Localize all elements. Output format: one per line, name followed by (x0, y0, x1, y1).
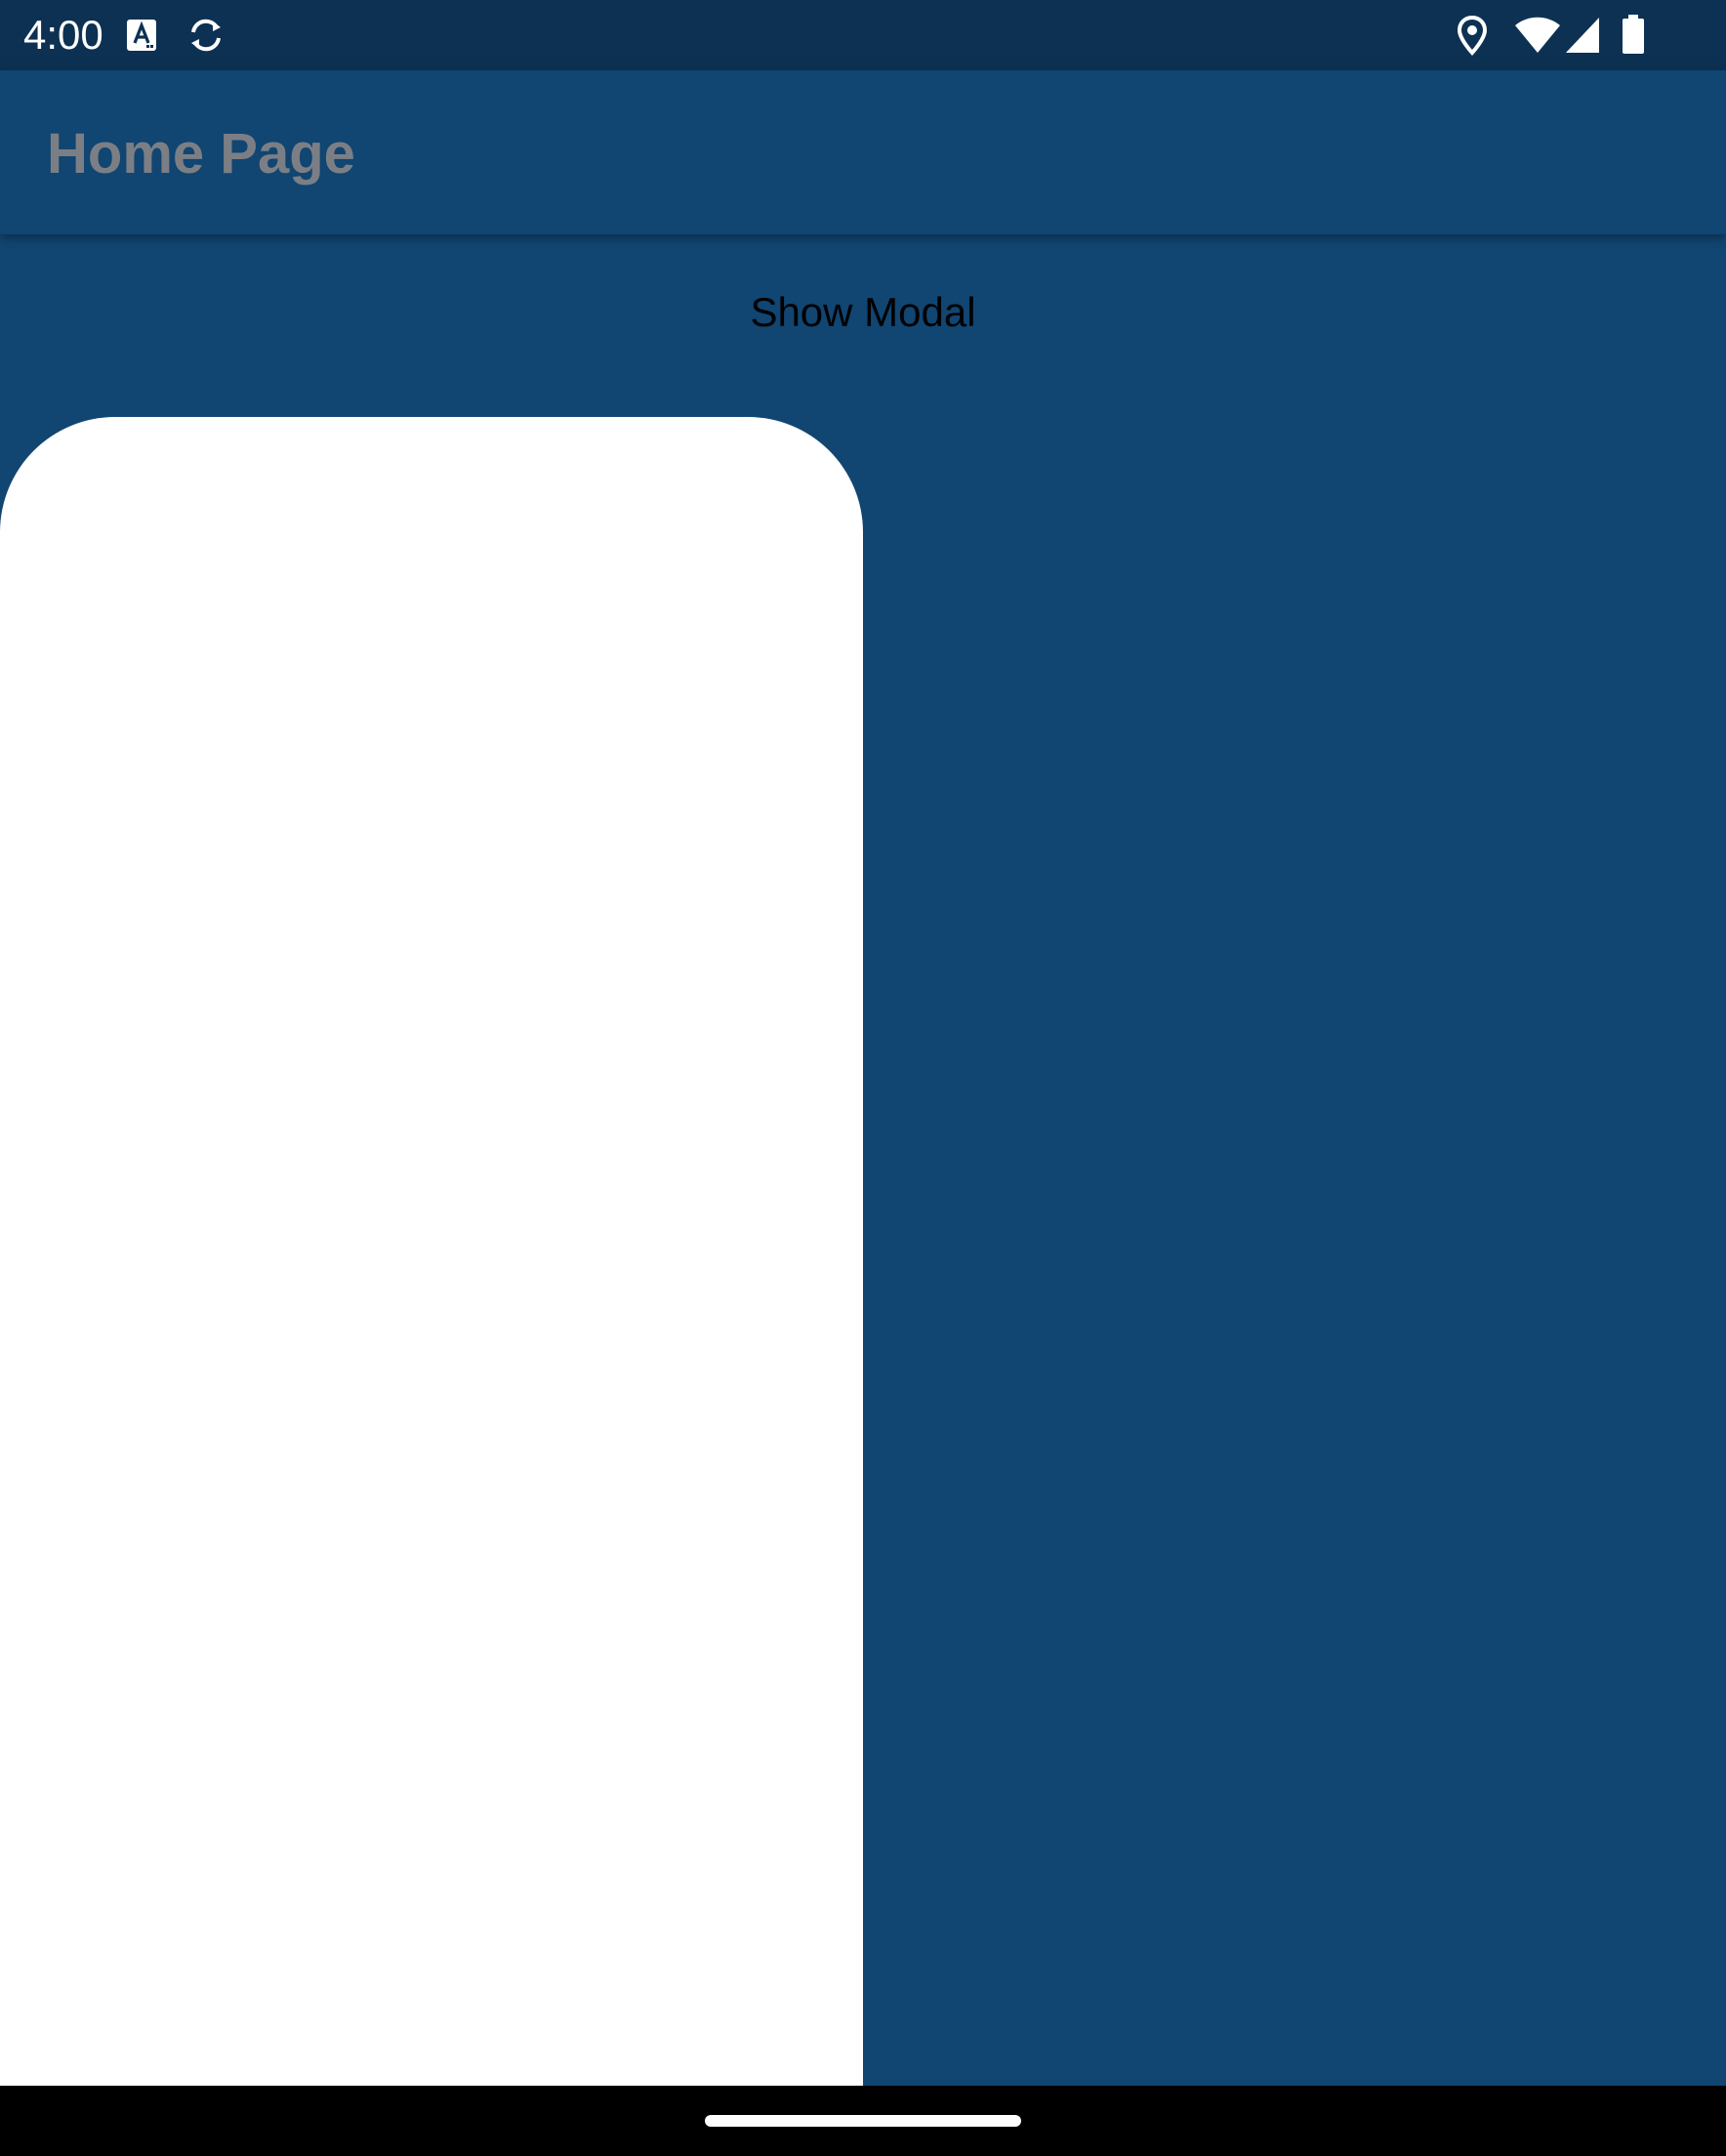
home-gesture-handle[interactable] (705, 2115, 1021, 2127)
battery-icon (1623, 15, 1644, 54)
app-screen: 4:00 Home Page Show Modal (0, 0, 1726, 2156)
status-time: 4:00 (23, 12, 103, 58)
page-title: Home Page (47, 122, 355, 186)
navigation-bar (0, 2086, 1726, 2156)
location-pin-icon (1457, 16, 1488, 56)
app-bar: Home Page (0, 70, 1726, 234)
status-bar: 4:00 (0, 0, 1726, 70)
cell-signal-icon (1566, 18, 1599, 53)
modal-sheet[interactable] (0, 417, 863, 2086)
text-format-icon (127, 20, 156, 51)
main-content: Show Modal (0, 234, 1726, 2086)
wifi-icon (1515, 17, 1560, 53)
show-modal-button[interactable]: Show Modal (683, 273, 1043, 352)
sync-icon (191, 19, 221, 52)
